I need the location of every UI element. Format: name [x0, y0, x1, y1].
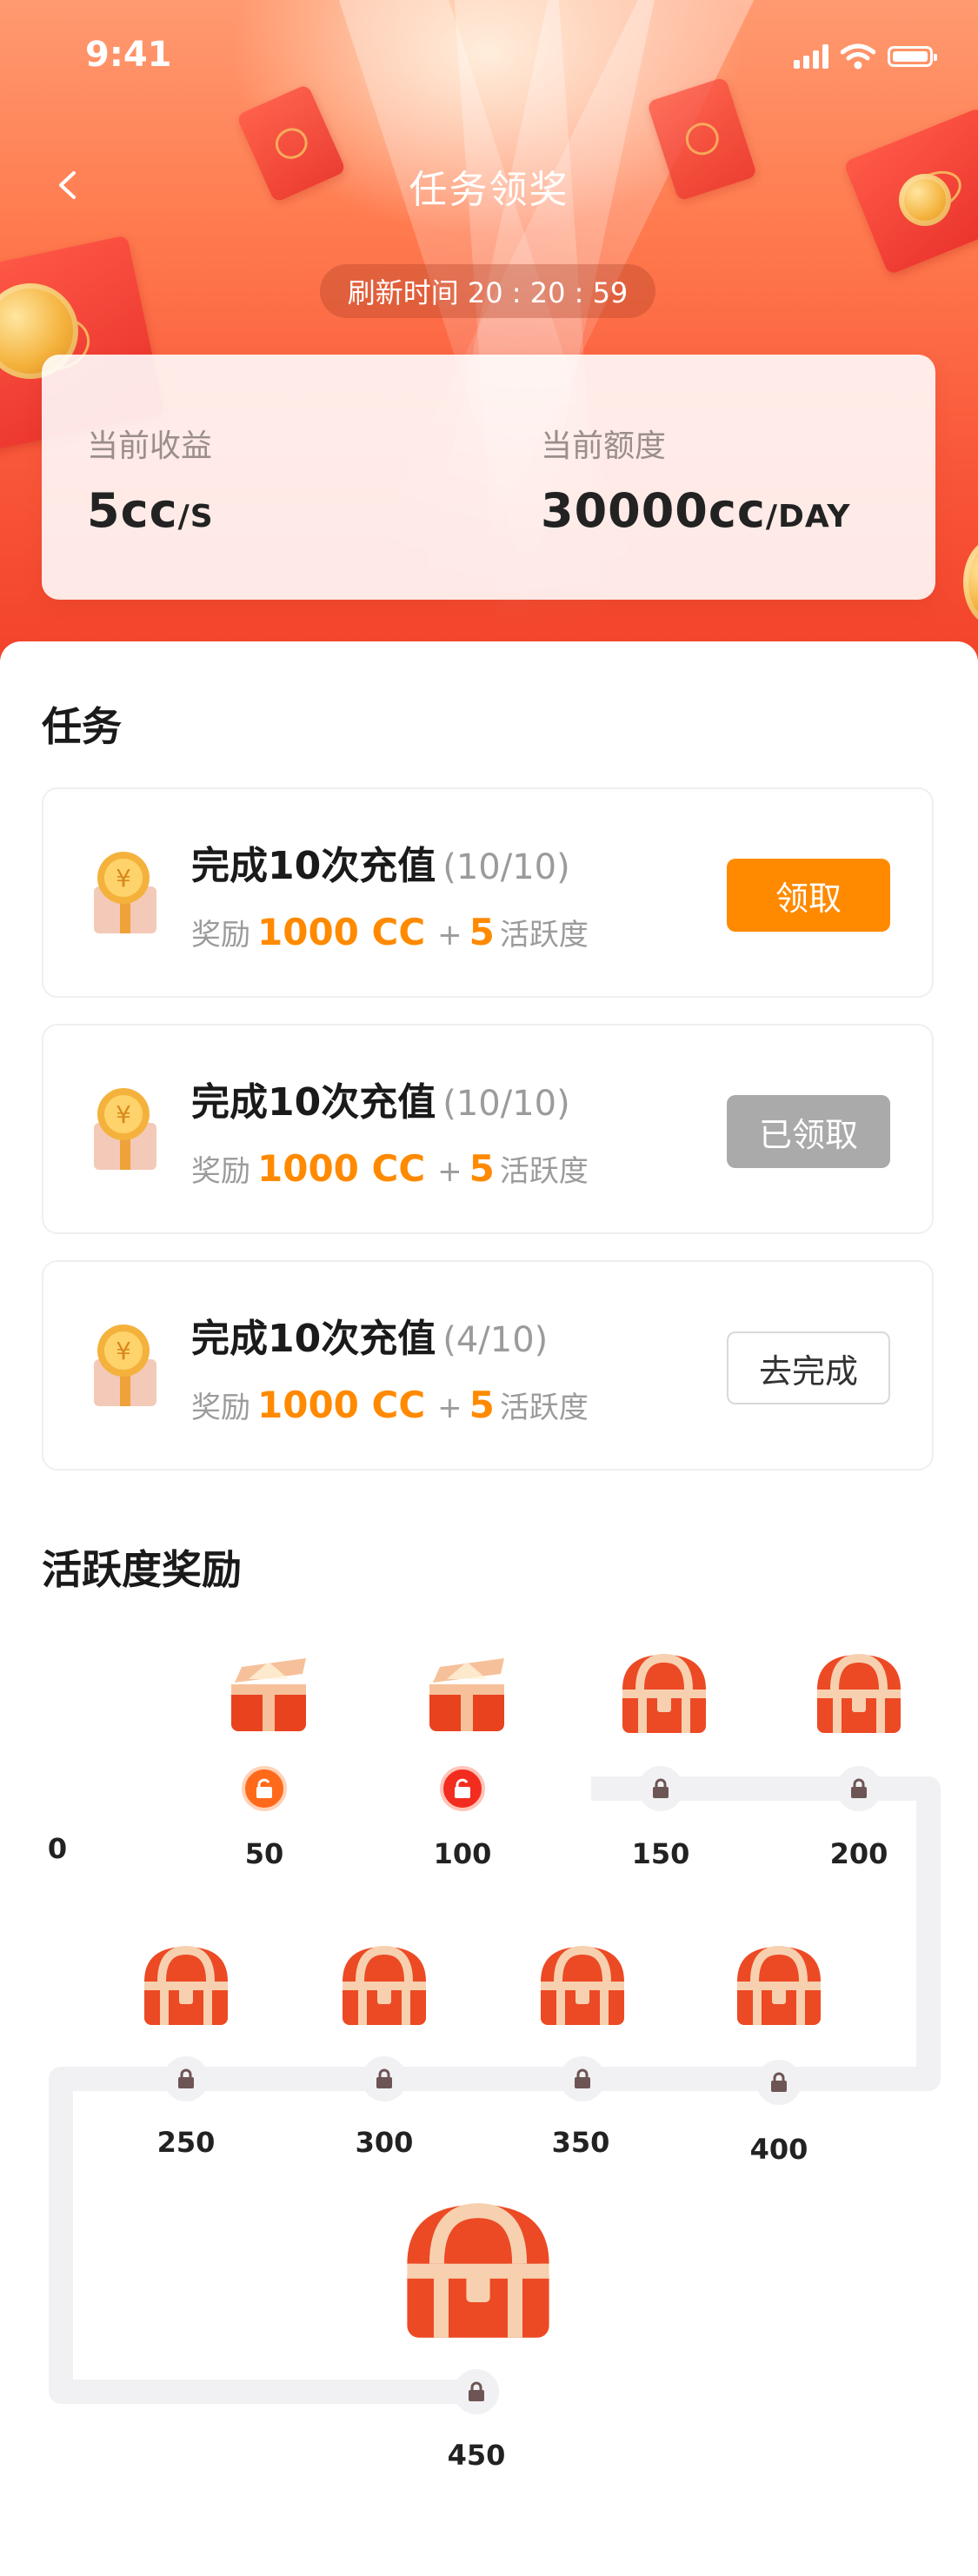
lock-icon — [163, 2056, 209, 2101]
reward-activity-points: 5 — [469, 911, 495, 953]
go-complete-button[interactable]: 去完成 — [727, 1331, 890, 1404]
task-reward: 奖励 1000 CC + 5 活跃度 — [191, 1384, 589, 1426]
unlocked-node-icon — [440, 1766, 485, 1811]
task-reward: 奖励 1000 CC + 5 活跃度 — [191, 911, 589, 953]
claim-button[interactable]: 领取 — [727, 859, 890, 932]
gift-coin-icon: ¥ — [94, 1325, 156, 1406]
reward-activity-points: 5 — [469, 1147, 495, 1190]
reward-prefix: 奖励 — [191, 1391, 250, 1425]
task-card: ¥ 完成10次充值 (4/10) 奖励 1000 CC + 5 活跃度 去完成 — [42, 1260, 934, 1471]
task-name: 完成10次充值 (10/10) — [191, 1080, 570, 1125]
milestone-label: 50 — [244, 1837, 284, 1870]
task-progress: (10/10) — [442, 1084, 570, 1124]
locked-chest-icon[interactable] — [810, 1651, 908, 1738]
wifi-icon — [841, 43, 875, 70]
lock-icon — [560, 2056, 605, 2101]
claimed-button[interactable]: 已领取 — [727, 1095, 890, 1168]
milestone-label-start: 0 — [47, 1832, 68, 1865]
current-quota: 当前额度 30000cc/DAY — [541, 421, 850, 538]
task-reward: 奖励 1000 CC + 5 活跃度 — [191, 1147, 589, 1190]
task-progress: (10/10) — [442, 847, 570, 887]
lock-icon — [836, 1766, 882, 1811]
milestone-label: 250 — [156, 2126, 216, 2159]
locked-chest-icon[interactable] — [615, 1651, 713, 1738]
refresh-time-badge: 刷新时间 20 : 20 : 59 — [320, 264, 655, 318]
reward-activity-label: 活跃度 — [499, 1154, 589, 1189]
milestone-label: 350 — [551, 2126, 610, 2159]
svg-text:¥: ¥ — [116, 864, 131, 893]
task-progress: (4/10) — [442, 1320, 549, 1360]
status-time: 9:41 — [85, 35, 172, 75]
locked-chest-icon[interactable] — [730, 1943, 828, 2030]
reward-activity-label: 活跃度 — [499, 1391, 589, 1425]
gift-coin-icon: ¥ — [94, 852, 156, 933]
gift-coin-icon: ¥ — [94, 1088, 156, 1170]
svg-text:¥: ¥ — [116, 1100, 131, 1129]
signal-icon — [794, 44, 828, 69]
current-quota-unit: /DAY — [765, 499, 851, 534]
open-chest-icon[interactable] — [421, 1653, 513, 1736]
current-quota-value: 30000cc — [541, 483, 766, 538]
lock-icon — [638, 1766, 683, 1811]
reward-amount: 1000 CC — [257, 911, 426, 953]
milestone-label: 150 — [631, 1837, 690, 1870]
reward-amount: 1000 CC — [257, 1147, 426, 1190]
grand-chest-icon[interactable] — [393, 2199, 563, 2347]
reward-activity-label: 活跃度 — [499, 918, 589, 953]
reward-plus: + — [437, 1391, 462, 1425]
reward-prefix: 奖励 — [191, 1154, 250, 1189]
battery-icon — [888, 46, 937, 67]
earnings-card: 当前收益 5cc/S 当前额度 30000cc/DAY — [42, 355, 935, 600]
current-income-unit: /S — [177, 499, 214, 534]
reward-prefix: 奖励 — [191, 918, 250, 953]
svg-text:¥: ¥ — [116, 1337, 131, 1365]
lock-icon — [454, 2369, 499, 2414]
task-name: 完成10次充值 (10/10) — [191, 844, 570, 888]
task-card: ¥ 完成10次充值 (10/10) 奖励 1000 CC + 5 活跃度 已领取 — [42, 1024, 934, 1234]
milestone-label: 300 — [355, 2126, 414, 2159]
locked-chest-icon[interactable] — [137, 1943, 235, 2030]
reward-activity-points: 5 — [469, 1384, 495, 1426]
task-name: 完成10次充值 (4/10) — [191, 1317, 549, 1361]
unlocked-node-icon — [242, 1766, 287, 1811]
current-income: 当前收益 5cc/S — [87, 421, 214, 538]
gold-coin-decoration — [963, 539, 978, 626]
task-card: ¥ 完成10次充值 (10/10) 奖励 1000 CC + 5 活跃度 领取 — [42, 787, 934, 998]
current-income-value: 5cc — [87, 483, 178, 538]
milestone-label: 450 — [447, 2439, 506, 2472]
open-chest-icon[interactable] — [223, 1653, 315, 1736]
milestone-label: 200 — [829, 1837, 888, 1870]
activity-section-title: 活跃度奖励 — [42, 1546, 242, 1593]
locked-chest-icon[interactable] — [534, 1943, 631, 2030]
current-income-label: 当前收益 — [87, 428, 213, 464]
reward-amount: 1000 CC — [257, 1384, 426, 1426]
reward-plus: + — [437, 1154, 462, 1189]
lock-icon — [756, 2060, 802, 2105]
locked-chest-icon[interactable] — [336, 1943, 433, 2030]
current-quota-label: 当前额度 — [541, 428, 667, 464]
reward-plus: + — [437, 918, 462, 953]
lock-icon — [362, 2056, 407, 2101]
page-title: 任务领奖 — [409, 168, 569, 212]
milestone-label: 100 — [433, 1837, 492, 1870]
tasks-section-title: 任务 — [42, 703, 122, 750]
milestone-label: 400 — [749, 2133, 808, 2166]
status-icons — [794, 43, 937, 70]
